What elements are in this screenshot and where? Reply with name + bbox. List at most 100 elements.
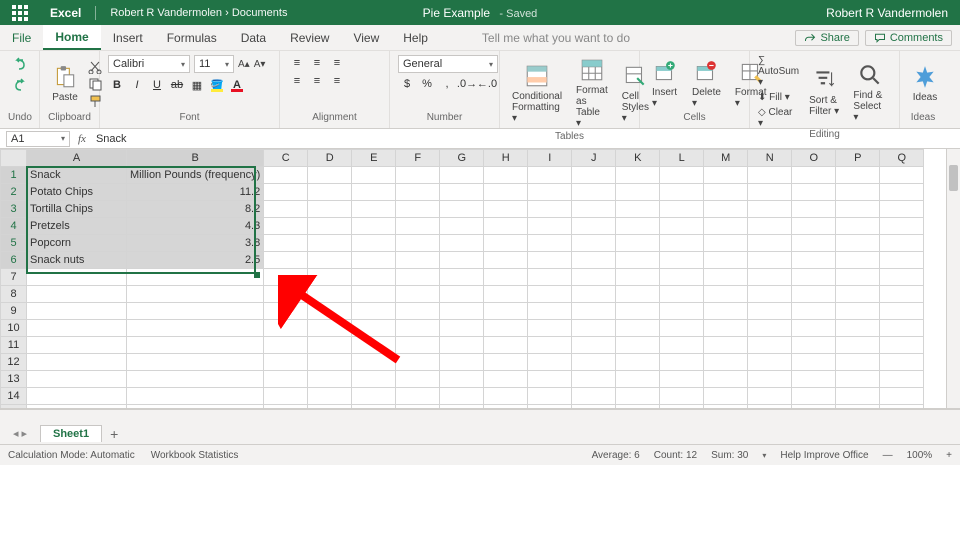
row-header[interactable]: 2	[1, 184, 27, 201]
calc-mode[interactable]: Calculation Mode: Automatic	[8, 450, 135, 461]
cell[interactable]	[440, 184, 484, 201]
col-header[interactable]: C	[264, 150, 308, 167]
col-header[interactable]: O	[792, 150, 836, 167]
cell[interactable]	[308, 269, 352, 286]
cell[interactable]	[352, 371, 396, 388]
cell[interactable]	[352, 269, 396, 286]
col-header[interactable]: B	[127, 150, 264, 167]
cell[interactable]	[27, 354, 127, 371]
cell[interactable]	[27, 303, 127, 320]
cell[interactable]	[748, 201, 792, 218]
cell[interactable]	[660, 388, 704, 405]
cell[interactable]	[836, 269, 880, 286]
cell[interactable]	[127, 405, 264, 410]
cell[interactable]	[440, 337, 484, 354]
cell[interactable]: 8.2	[127, 201, 264, 218]
cell[interactable]: 11.2	[127, 184, 264, 201]
cell[interactable]	[440, 218, 484, 235]
cell[interactable]	[660, 286, 704, 303]
cell[interactable]	[396, 167, 440, 184]
cell[interactable]	[616, 269, 660, 286]
cell[interactable]	[484, 269, 528, 286]
col-header[interactable]: Q	[880, 150, 924, 167]
cell[interactable]	[880, 286, 924, 303]
workbook-stats[interactable]: Workbook Statistics	[151, 450, 239, 461]
row-header[interactable]: 11	[1, 337, 27, 354]
cell[interactable]	[748, 269, 792, 286]
cell[interactable]	[308, 252, 352, 269]
cell[interactable]	[484, 218, 528, 235]
cell[interactable]	[748, 252, 792, 269]
cell[interactable]	[440, 303, 484, 320]
cell[interactable]	[528, 269, 572, 286]
cell[interactable]	[484, 405, 528, 410]
vertical-scrollbar[interactable]	[946, 149, 960, 408]
cell[interactable]	[396, 354, 440, 371]
cell[interactable]: Snack nuts	[27, 252, 127, 269]
cell[interactable]	[396, 201, 440, 218]
cell[interactable]	[440, 371, 484, 388]
cell[interactable]	[127, 337, 264, 354]
cell[interactable]	[616, 303, 660, 320]
cell[interactable]	[528, 388, 572, 405]
tab-home[interactable]: Home	[43, 25, 100, 50]
cell[interactable]	[352, 388, 396, 405]
cell[interactable]	[308, 201, 352, 218]
cell[interactable]	[484, 388, 528, 405]
cell[interactable]	[572, 388, 616, 405]
cell[interactable]	[704, 218, 748, 235]
cell[interactable]	[528, 218, 572, 235]
zoom-out[interactable]: —	[883, 450, 893, 461]
cell[interactable]	[704, 286, 748, 303]
align-left-icon[interactable]: ≡	[288, 73, 306, 89]
cell[interactable]	[660, 184, 704, 201]
col-header[interactable]: K	[616, 150, 660, 167]
cell[interactable]	[748, 286, 792, 303]
cell[interactable]	[880, 337, 924, 354]
align-center-icon[interactable]: ≡	[308, 73, 326, 89]
cell[interactable]	[836, 405, 880, 410]
cell[interactable]	[264, 337, 308, 354]
cell[interactable]	[27, 405, 127, 410]
cell[interactable]	[308, 388, 352, 405]
number-format-dropdown[interactable]: General▾	[398, 55, 498, 73]
cell[interactable]	[880, 405, 924, 410]
row-header[interactable]: 8	[1, 286, 27, 303]
cell[interactable]	[308, 218, 352, 235]
row-header[interactable]: 7	[1, 269, 27, 286]
add-sheet-button[interactable]: +	[102, 426, 126, 442]
cell[interactable]	[748, 303, 792, 320]
col-header[interactable]: H	[484, 150, 528, 167]
cell[interactable]	[127, 320, 264, 337]
cell[interactable]	[704, 405, 748, 410]
cell[interactable]	[264, 405, 308, 410]
cell[interactable]: 2.5	[127, 252, 264, 269]
row-header[interactable]: 15	[1, 405, 27, 410]
cell[interactable]	[127, 269, 264, 286]
cell[interactable]	[572, 235, 616, 252]
cell[interactable]	[396, 235, 440, 252]
cell[interactable]	[748, 218, 792, 235]
cell[interactable]	[352, 218, 396, 235]
cell[interactable]	[748, 337, 792, 354]
col-header[interactable]: I	[528, 150, 572, 167]
cell[interactable]	[440, 354, 484, 371]
cell[interactable]	[616, 218, 660, 235]
ideas-button[interactable]: Ideas	[908, 62, 942, 105]
cell[interactable]	[308, 303, 352, 320]
cell[interactable]	[880, 320, 924, 337]
paste-button[interactable]: Paste	[48, 62, 82, 105]
cell[interactable]	[264, 184, 308, 201]
cell[interactable]: Million Pounds (frequency)	[127, 167, 264, 184]
cell[interactable]	[792, 286, 836, 303]
cell[interactable]	[264, 218, 308, 235]
help-improve[interactable]: Help Improve Office	[780, 450, 868, 461]
cell[interactable]	[660, 303, 704, 320]
cell[interactable]	[748, 354, 792, 371]
cell[interactable]	[264, 167, 308, 184]
cell[interactable]	[27, 286, 127, 303]
bold-button[interactable]: B	[108, 77, 126, 93]
cell[interactable]	[528, 184, 572, 201]
user-name[interactable]: Robert R Vandermolen	[826, 6, 960, 20]
tab-file[interactable]: File	[0, 25, 43, 50]
